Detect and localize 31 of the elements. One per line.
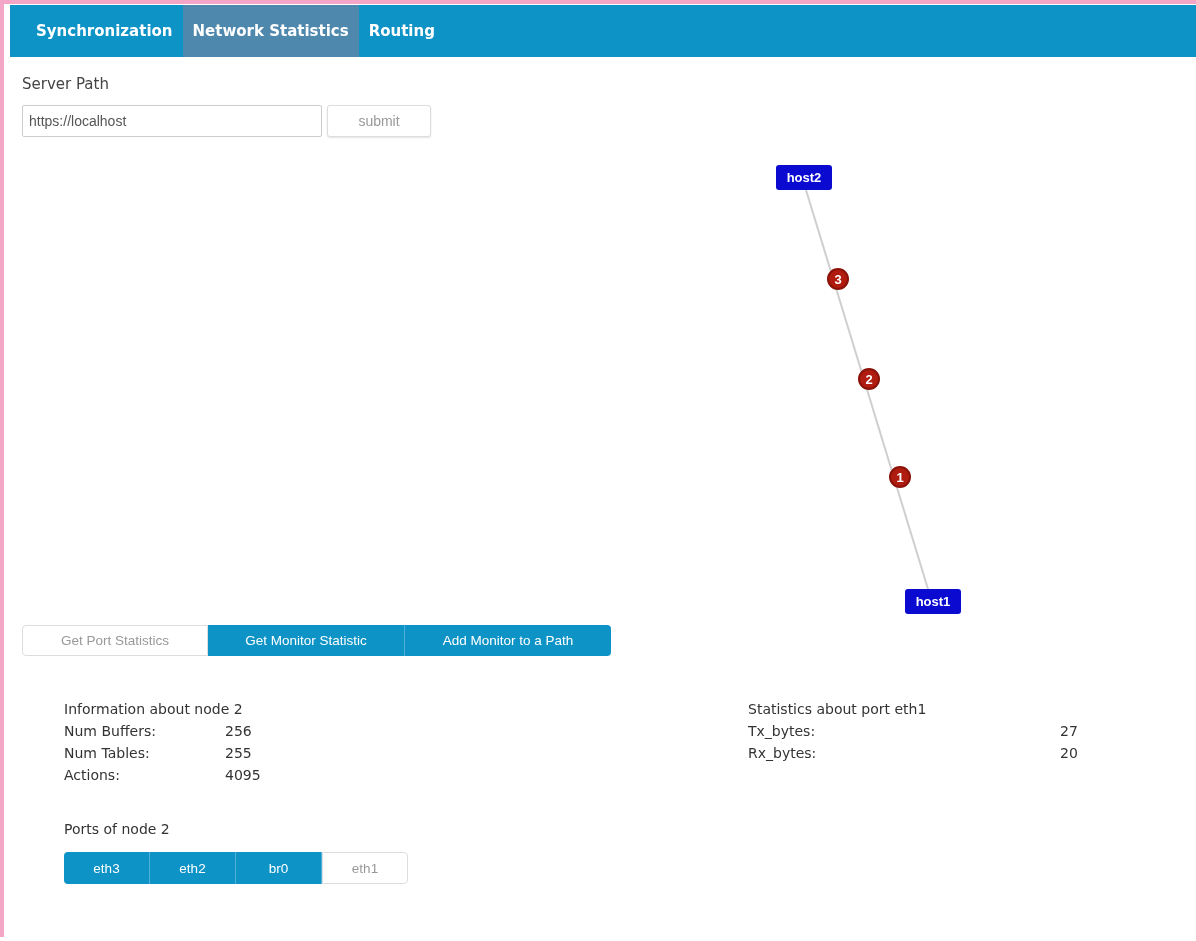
stat-label: Tx_bytes: (748, 722, 817, 741)
server-path-field[interactable]: https://localhost (22, 105, 322, 137)
port-tab[interactable]: eth1 (322, 852, 408, 884)
stat-label: Num Buffers: (64, 722, 157, 741)
host-node[interactable]: host2 (776, 165, 832, 190)
hop-badge: 2 (858, 368, 880, 390)
section-heading: Ports of node 2 (64, 820, 171, 839)
action-tab[interactable]: Add Monitor to a Path (405, 625, 611, 656)
action-tab[interactable]: Get Monitor Statistic (208, 625, 405, 656)
hop-badge: 1 (889, 466, 911, 488)
stat-label: Actions: (64, 766, 121, 785)
section-heading: Statistics about port eth1 (748, 700, 928, 719)
stat-value: 27 (1060, 722, 1078, 741)
stat-value: 255 (225, 744, 252, 763)
stat-value: 20 (1060, 744, 1078, 763)
action-tab[interactable]: Get Port Statistics (22, 625, 208, 656)
port-tab[interactable]: br0 (236, 852, 322, 884)
section-heading: Information about node 2 (64, 700, 244, 719)
stat-value: 256 (225, 722, 252, 741)
stat-value: 4095 (225, 766, 261, 785)
port-tab[interactable]: eth3 (64, 852, 150, 884)
stat-label: Num Tables: (64, 744, 151, 763)
submit-button[interactable]: submit (327, 105, 431, 137)
hop-badge: 3 (827, 268, 849, 290)
nav-tab[interactable]: Synchronization (26, 5, 183, 57)
stat-label: Rx_bytes: (748, 744, 818, 763)
nav-tab[interactable]: Routing (358, 5, 445, 57)
port-tab[interactable]: eth2 (150, 852, 236, 884)
nav-tab[interactable]: Network Statistics (182, 5, 359, 57)
field-label: Server Path (22, 75, 110, 93)
host-node[interactable]: host1 (905, 589, 961, 614)
